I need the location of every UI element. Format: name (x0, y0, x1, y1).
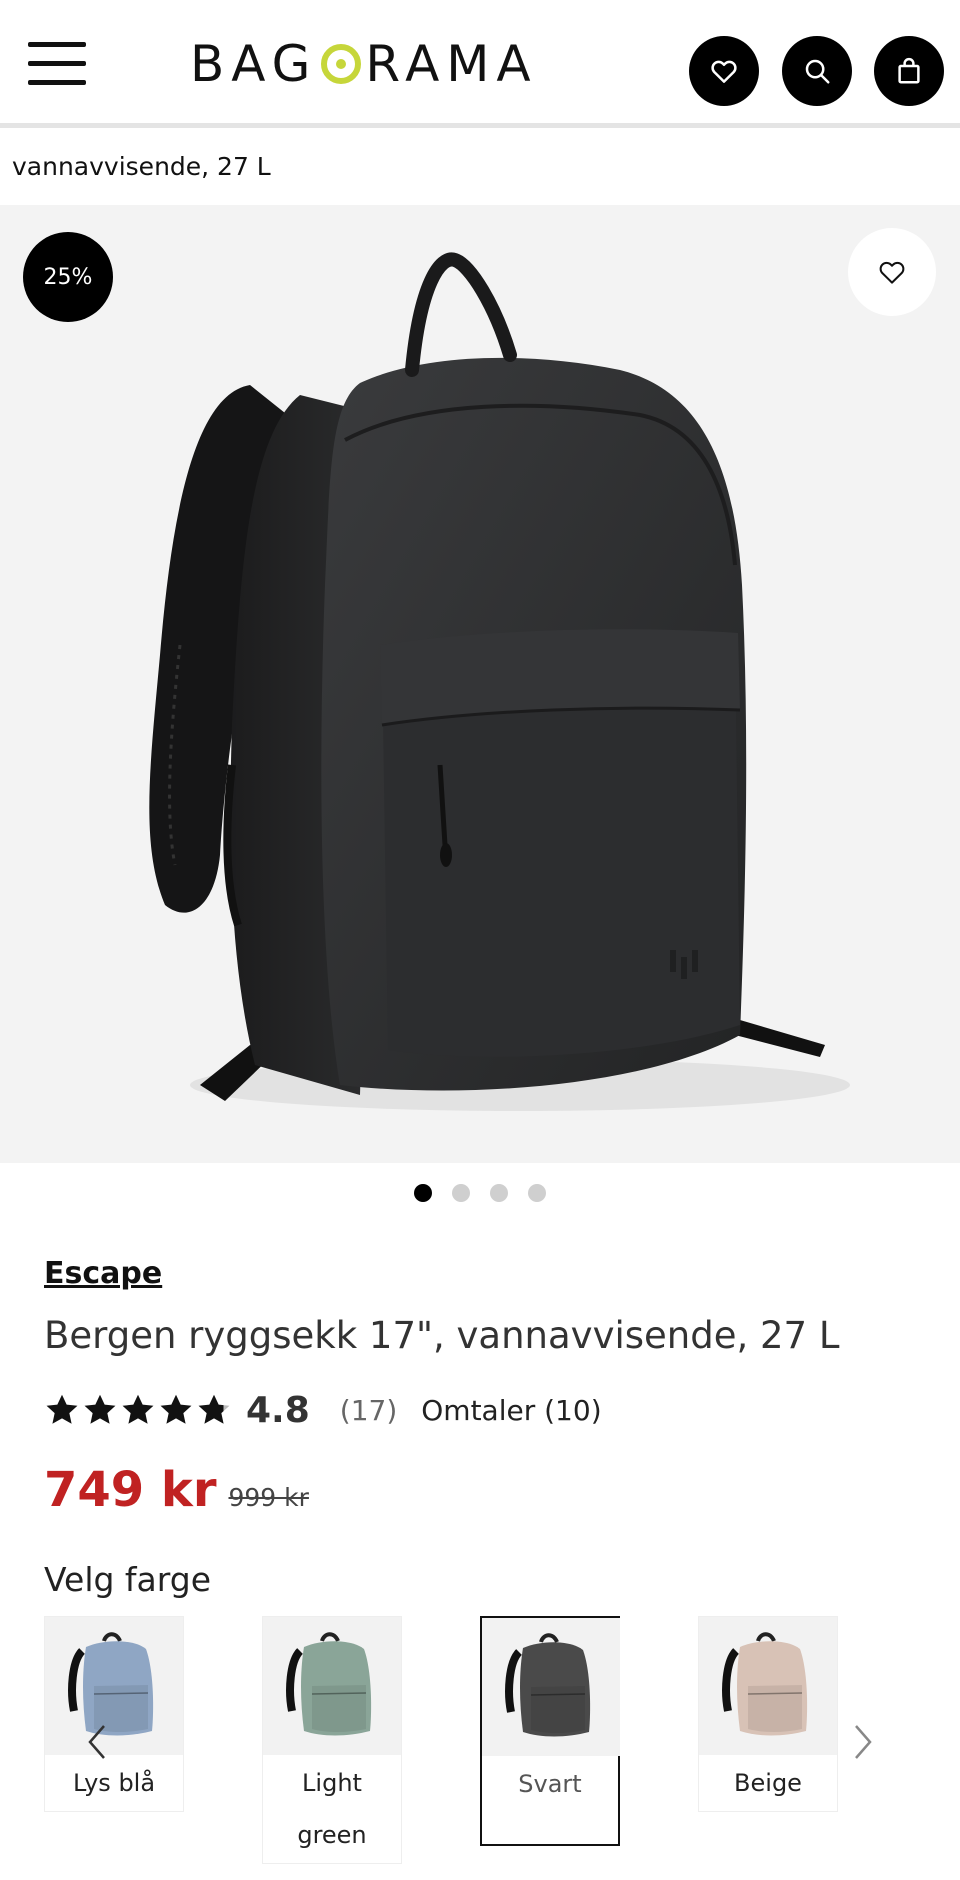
gallery-dot-4[interactable] (528, 1184, 546, 1202)
hamburger-menu-icon[interactable] (28, 40, 86, 88)
carousel-prev-button[interactable] (84, 1722, 114, 1762)
swatch-label: Light green (297, 1769, 367, 1849)
rating-stars (44, 1392, 232, 1428)
add-to-wishlist-button[interactable] (848, 228, 936, 316)
rating-row: 4.8 (17) Omtaler (10) (44, 1388, 602, 1432)
color-swatch[interactable]: Svart (480, 1616, 620, 1846)
star-icon (160, 1394, 192, 1424)
swatch-label: Svart (518, 1770, 582, 1798)
product-image-gallery[interactable] (0, 205, 960, 1163)
cart-button[interactable] (874, 36, 944, 106)
brand-link[interactable]: Escape (44, 1256, 162, 1291)
search-icon (805, 59, 830, 84)
product-title: Bergen ryggsekk 17", vannavvisende, 27 L (44, 1314, 840, 1357)
color-swatch[interactable]: Light green (262, 1616, 402, 1864)
heart-icon (711, 60, 737, 83)
gallery-dot-3[interactable] (490, 1184, 508, 1202)
star-icon (122, 1394, 154, 1424)
site-header: BAG RAMA (0, 0, 960, 128)
star-icon (46, 1394, 78, 1424)
wishlist-button[interactable] (689, 36, 759, 106)
star-icon (198, 1394, 230, 1424)
swatch-backpack-image (263, 1617, 401, 1755)
search-button[interactable] (782, 36, 852, 106)
sale-price: 749 kr (44, 1462, 217, 1518)
swatch-backpack-image (482, 1618, 620, 1756)
chevron-left-icon (88, 1725, 105, 1759)
shopping-bag-icon (898, 57, 920, 84)
color-swatch[interactable]: Beige (698, 1616, 838, 1812)
logo-text-right: RAMA (365, 35, 538, 93)
bagorama-logo[interactable]: BAG RAMA (190, 35, 538, 93)
gallery-dot-2[interactable] (452, 1184, 470, 1202)
rating-value: 4.8 (246, 1389, 310, 1431)
carousel-next-button[interactable] (846, 1722, 876, 1762)
original-price: 999 kr (228, 1483, 309, 1512)
chevron-right-icon (855, 1725, 872, 1759)
color-picker-label: Velg farge (44, 1560, 211, 1599)
discount-badge: 25% (23, 232, 113, 322)
swatch-label: Beige (734, 1769, 802, 1797)
backpack-image (149, 252, 850, 1111)
swatch-label: Lys blå (72, 1769, 156, 1797)
product-title-breadcrumb: vannavvisende, 27 L (12, 152, 271, 181)
heart-outline-icon (879, 261, 905, 284)
star-icon (84, 1394, 116, 1424)
swatch-backpack-image (699, 1617, 837, 1755)
logo-text-left: BAG (190, 35, 318, 93)
swatch-backpack-image (45, 1617, 183, 1755)
color-swatch[interactable]: Lys blå (44, 1616, 184, 1812)
gallery-pagination (0, 1184, 960, 1202)
reviews-link[interactable]: Omtaler (10) (421, 1394, 601, 1427)
gallery-dot-1[interactable] (414, 1184, 432, 1202)
color-swatch-carousel: Lys blå Light green Svart Beige (44, 1616, 894, 1864)
price-block: 749 kr 999 kr (44, 1462, 309, 1518)
logo-o-ring (321, 44, 362, 84)
rating-count: (17) (339, 1393, 398, 1427)
